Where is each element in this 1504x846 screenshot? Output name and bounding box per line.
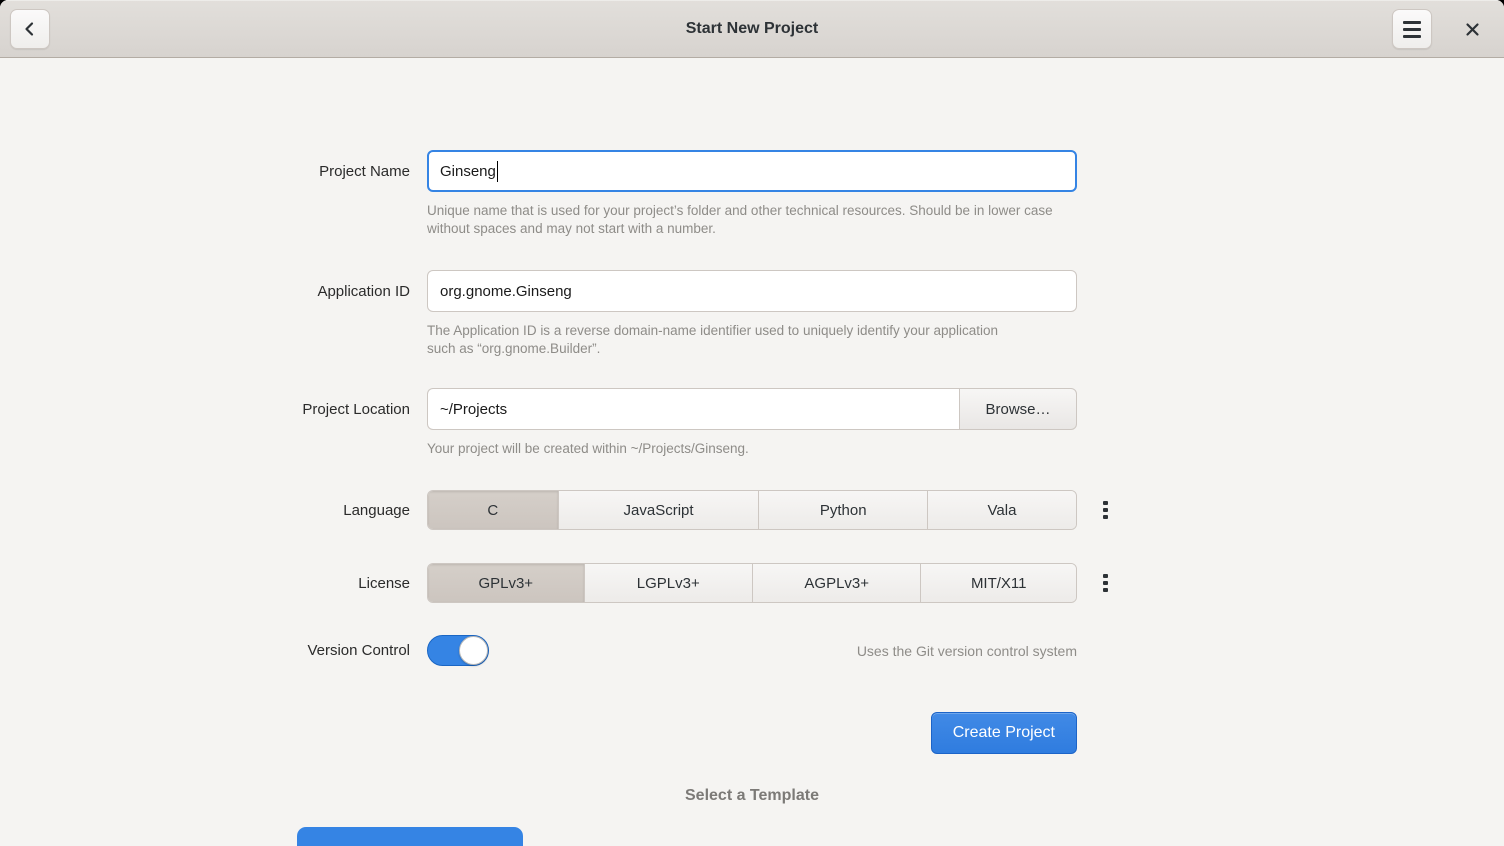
version-control-label: Version Control	[0, 642, 410, 659]
project-location-value: ~/Projects	[440, 401, 507, 418]
project-location-help-row: Your project will be created within ~/Pr…	[0, 440, 1504, 458]
license-option-agplv3[interactable]: AGPLv3+	[752, 564, 920, 602]
template-card[interactable]	[297, 827, 523, 846]
project-name-row: Project Name Ginseng	[0, 150, 1504, 192]
project-name-help: Unique name that is used for your projec…	[427, 202, 1067, 238]
language-option-c[interactable]: C	[428, 491, 558, 529]
project-name-label: Project Name	[0, 163, 410, 180]
menu-button[interactable]	[1392, 9, 1432, 49]
app-id-input[interactable]: org.gnome.Ginseng	[427, 270, 1077, 312]
app-id-value: org.gnome.Ginseng	[440, 283, 572, 300]
select-template-heading: Select a Template	[0, 787, 1504, 805]
text-caret	[497, 161, 499, 182]
language-row: Language C JavaScript Python Vala	[0, 490, 1504, 530]
version-control-row: Version Control Uses the Git version con…	[0, 635, 1504, 666]
license-option-mitx11[interactable]: MIT/X11	[920, 564, 1076, 602]
browse-button[interactable]: Browse…	[959, 388, 1077, 430]
license-label: License	[0, 575, 410, 592]
back-button[interactable]	[10, 9, 50, 49]
window-title: Start New Project	[0, 20, 1504, 38]
create-project-row: Create Project	[0, 712, 1504, 754]
project-name-input[interactable]: Ginseng	[427, 150, 1077, 192]
more-languages-button[interactable]	[1094, 495, 1116, 525]
form-area: Project Name Ginseng Unique name that is…	[0, 58, 1504, 805]
project-location-row: Project Location ~/Projects Browse…	[0, 388, 1504, 430]
chevron-left-icon	[22, 21, 38, 37]
language-option-vala[interactable]: Vala	[927, 491, 1076, 529]
close-icon	[1465, 22, 1480, 37]
version-control-toggle[interactable]	[427, 635, 489, 666]
language-segmented-control: C JavaScript Python Vala	[427, 490, 1077, 530]
license-option-lgplv3[interactable]: LGPLv3+	[584, 564, 752, 602]
toggle-knob	[459, 636, 488, 665]
hamburger-icon	[1403, 21, 1421, 38]
app-id-help-row: The Application ID is a reverse domain-n…	[0, 322, 1504, 358]
license-segmented-control: GPLv3+ LGPLv3+ AGPLv3+ MIT/X11	[427, 563, 1077, 603]
language-label: Language	[0, 502, 410, 519]
more-licenses-button[interactable]	[1094, 568, 1116, 598]
close-button[interactable]	[1452, 9, 1492, 49]
app-id-row: Application ID org.gnome.Ginseng	[0, 270, 1504, 312]
language-option-python[interactable]: Python	[758, 491, 926, 529]
app-id-label: Application ID	[0, 283, 410, 300]
project-location-input[interactable]: ~/Projects	[427, 388, 959, 430]
version-control-note: Uses the Git version control system	[857, 643, 1077, 659]
project-name-help-row: Unique name that is used for your projec…	[0, 202, 1504, 238]
start-new-project-window: Start New Project Project Name Ginseng	[0, 0, 1504, 846]
app-id-help: The Application ID is a reverse domain-n…	[427, 322, 1017, 358]
project-location-label: Project Location	[0, 401, 410, 418]
project-location-help: Your project will be created within ~/Pr…	[427, 440, 1067, 458]
license-row: License GPLv3+ LGPLv3+ AGPLv3+ MIT/X11	[0, 563, 1504, 603]
header-bar: Start New Project	[0, 0, 1504, 58]
create-project-button[interactable]: Create Project	[931, 712, 1077, 754]
project-name-value: Ginseng	[440, 163, 496, 180]
language-option-javascript[interactable]: JavaScript	[558, 491, 759, 529]
kebab-menu-icon	[1103, 501, 1108, 520]
kebab-menu-icon	[1103, 574, 1108, 593]
license-option-gplv3[interactable]: GPLv3+	[428, 564, 584, 602]
